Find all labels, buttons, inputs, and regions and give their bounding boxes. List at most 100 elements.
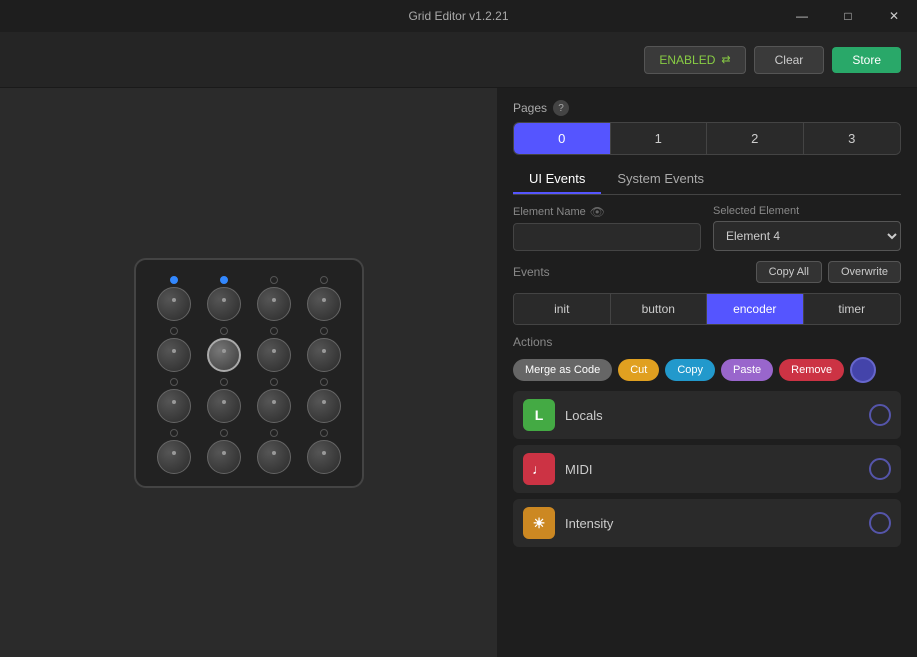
knob[interactable]	[157, 440, 191, 474]
knob-indicator	[270, 327, 278, 335]
knob-indicator	[320, 378, 328, 386]
store-button[interactable]: Store	[832, 47, 901, 73]
grid-cell	[252, 429, 296, 474]
intensity-expand-button[interactable]	[869, 512, 891, 534]
event-type-button[interactable]: button	[611, 294, 708, 324]
grid-cell	[152, 327, 196, 372]
right-panel: Pages ? 0 1 2 3 UI Events System Events …	[497, 88, 917, 657]
locals-name: Locals	[565, 408, 859, 423]
knob-indicator	[270, 276, 278, 284]
element-name-section: Element Name 👁	[513, 205, 701, 251]
knob[interactable]	[207, 389, 241, 423]
main-content: Pages ? 0 1 2 3 UI Events System Events …	[0, 88, 917, 657]
clear-button[interactable]: Clear	[754, 46, 825, 74]
left-panel	[0, 88, 497, 657]
page-button-3[interactable]: 3	[804, 123, 901, 154]
midi-expand-button[interactable]	[869, 458, 891, 480]
grid-cell	[252, 276, 296, 321]
window-controls: — □ ✕	[779, 0, 917, 32]
knob-indicator	[320, 327, 328, 335]
knob[interactable]	[257, 338, 291, 372]
minimize-button[interactable]: —	[779, 0, 825, 32]
grid-cell	[302, 276, 346, 321]
page-button-2[interactable]: 2	[707, 123, 804, 154]
knob[interactable]	[257, 287, 291, 321]
maximize-button[interactable]: □	[825, 0, 871, 32]
grid-cell	[152, 378, 196, 423]
knob[interactable]	[207, 440, 241, 474]
overwrite-button[interactable]: Overwrite	[828, 261, 901, 283]
enabled-button[interactable]: ENABLED ⇄	[644, 46, 745, 74]
midi-name: MIDI	[565, 462, 859, 477]
grid-cell	[152, 429, 196, 474]
midi-icon: ♩	[523, 453, 555, 485]
paste-button[interactable]: Paste	[721, 359, 773, 381]
grid-cell	[252, 327, 296, 372]
copy-button[interactable]: Copy	[665, 359, 715, 381]
merge-as-code-button[interactable]: Merge as Code	[513, 359, 612, 381]
knob-indicator	[220, 429, 228, 437]
grid-device	[134, 258, 364, 488]
grid-cell	[302, 327, 346, 372]
intensity-name: Intensity	[565, 516, 859, 531]
knob[interactable]	[307, 338, 341, 372]
remove-button[interactable]: Remove	[779, 359, 844, 381]
knob-indicator	[270, 378, 278, 386]
selected-element-dropdown[interactable]: Element 1 Element 2 Element 3 Element 4 …	[713, 221, 901, 251]
page-button-1[interactable]: 1	[611, 123, 708, 154]
grid-cell	[252, 378, 296, 423]
knob[interactable]	[257, 389, 291, 423]
knob-indicator	[320, 276, 328, 284]
copy-all-button[interactable]: Copy All	[756, 261, 822, 283]
tab-system-events[interactable]: System Events	[601, 165, 720, 194]
selected-element-section: Selected Element Element 1 Element 2 Ele…	[713, 205, 901, 251]
event-type-init[interactable]: init	[514, 294, 611, 324]
toolbar: ENABLED ⇄ Clear Store	[0, 32, 917, 88]
knob-indicator	[220, 276, 228, 284]
grid-cell	[202, 429, 246, 474]
event-type-encoder[interactable]: encoder	[707, 294, 804, 324]
pages-header: Pages ?	[513, 100, 901, 116]
close-button[interactable]: ✕	[871, 0, 917, 32]
knob[interactable]	[257, 440, 291, 474]
grid-cell	[202, 327, 246, 372]
pages-section: Pages ? 0 1 2 3	[513, 100, 901, 155]
grid-cell	[302, 429, 346, 474]
knob[interactable]	[307, 440, 341, 474]
page-button-0[interactable]: 0	[514, 123, 611, 154]
knob[interactable]	[307, 287, 341, 321]
grid-cell	[302, 378, 346, 423]
event-types: init button encoder timer	[513, 293, 901, 325]
grid-cell	[202, 378, 246, 423]
knob[interactable]	[157, 389, 191, 423]
knob-indicator	[220, 378, 228, 386]
knob[interactable]	[157, 287, 191, 321]
enabled-label: ENABLED	[659, 53, 715, 67]
knob[interactable]	[307, 389, 341, 423]
event-type-timer[interactable]: timer	[804, 294, 901, 324]
help-icon[interactable]: ?	[553, 100, 569, 116]
action-item-locals: L Locals	[513, 391, 901, 439]
element-row: Element Name 👁 Selected Element Element …	[513, 205, 901, 251]
event-tabs: UI Events System Events	[513, 165, 901, 195]
grid-cell	[202, 276, 246, 321]
knob-indicator	[220, 327, 228, 335]
actions-toolbar: Merge as Code Cut Copy Paste Remove	[513, 357, 901, 383]
knob-selected[interactable]	[207, 338, 241, 372]
knob-indicator	[170, 327, 178, 335]
pages-label: Pages	[513, 101, 547, 115]
cut-button[interactable]: Cut	[618, 359, 659, 381]
locals-expand-button[interactable]	[869, 404, 891, 426]
title-bar: Grid Editor v1.2.21 — □ ✕	[0, 0, 917, 32]
intensity-icon: ☀	[523, 507, 555, 539]
actions-label: Actions	[513, 335, 901, 349]
knob-indicator	[320, 429, 328, 437]
knob[interactable]	[157, 338, 191, 372]
element-name-input[interactable]	[513, 223, 701, 251]
knob-indicator	[170, 429, 178, 437]
knob-indicator	[170, 378, 178, 386]
tab-ui-events[interactable]: UI Events	[513, 165, 601, 194]
add-action-button[interactable]	[850, 357, 876, 383]
action-item-midi: ♩ MIDI	[513, 445, 901, 493]
knob[interactable]	[207, 287, 241, 321]
